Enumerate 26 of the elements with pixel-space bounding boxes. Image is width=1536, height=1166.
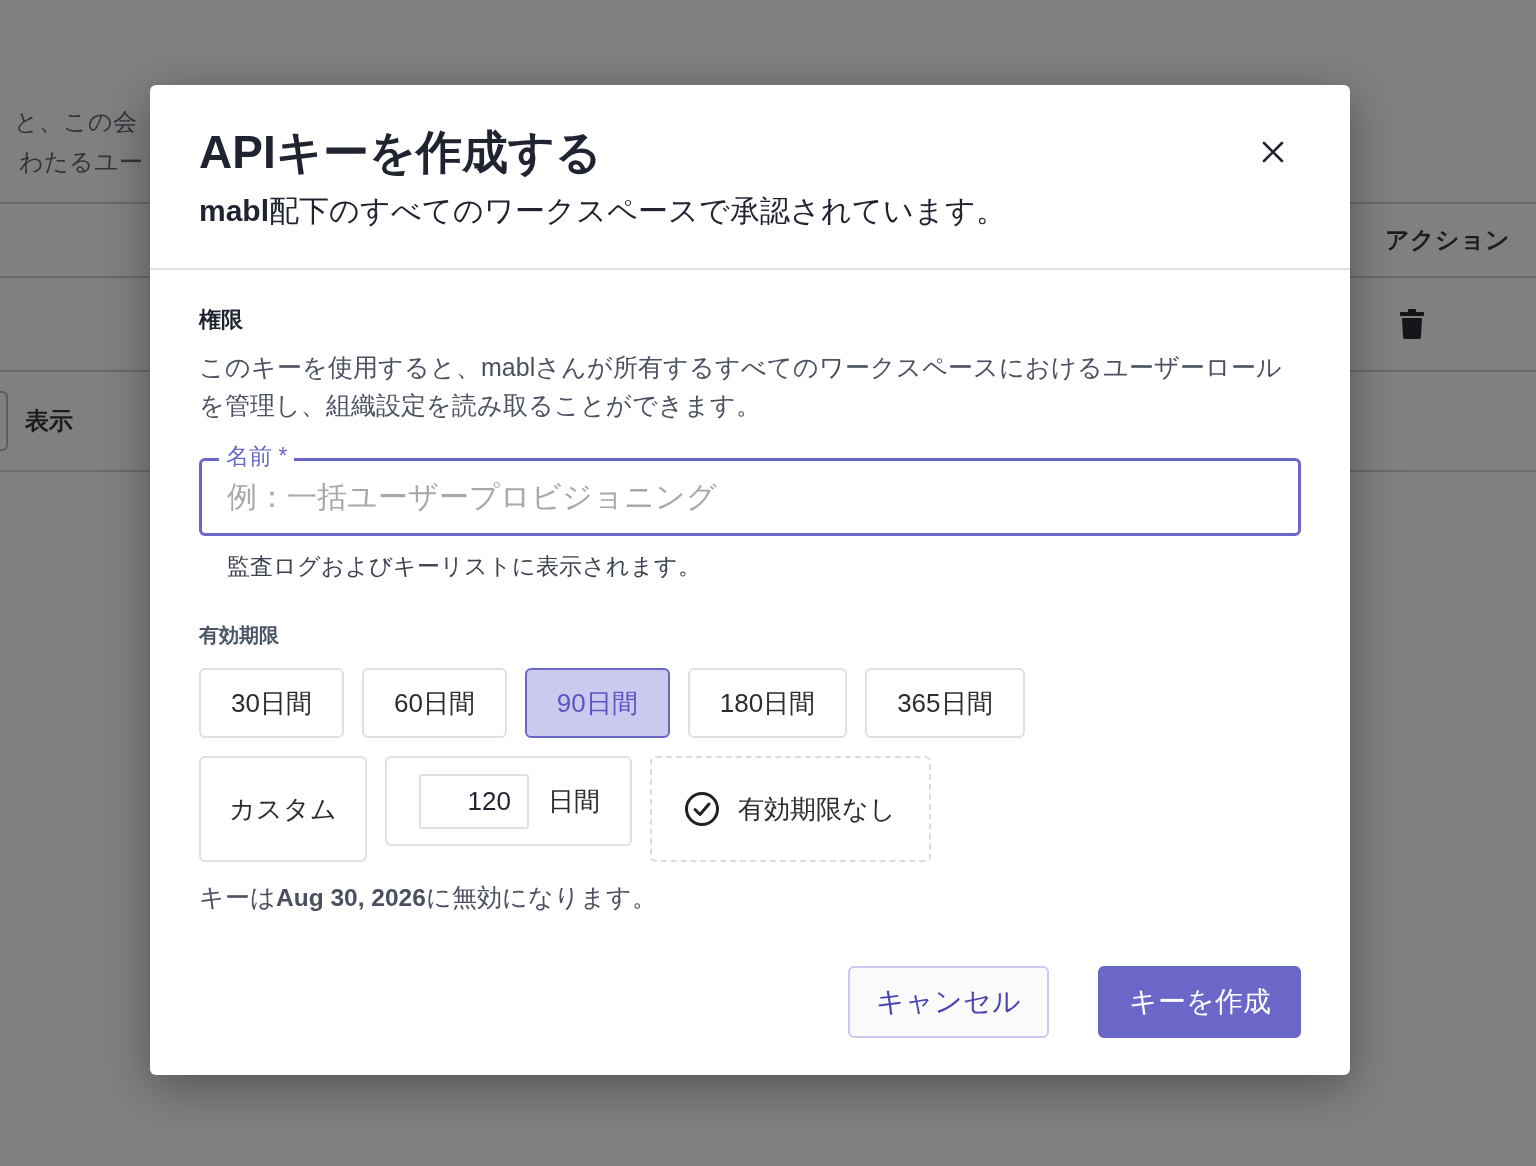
close-icon	[1261, 140, 1285, 164]
intro-text: と、この会	[13, 107, 137, 137]
field-label: 名前 *	[219, 442, 295, 470]
intro-text: わたるユー	[18, 147, 143, 177]
custom-option[interactable]: カスタム	[199, 756, 367, 862]
no-expiry-option[interactable]: 有効期限なし	[650, 756, 931, 862]
column-header: アクション	[1385, 225, 1510, 255]
section-heading: 有効期限	[199, 623, 279, 648]
duration-option[interactable]: 30日間	[199, 668, 344, 738]
dialog-subtitle: mabl配下のすべてのワークスペースで承認されています。	[199, 193, 1007, 229]
duration-option[interactable]: 90日間	[524, 668, 670, 738]
expiry-note: キーはAug 30, 2026に無効になります。	[199, 883, 657, 913]
days-input[interactable]: 120	[419, 773, 529, 829]
dialog-title: APIキーを作成する	[199, 125, 602, 180]
cancel-button[interactable]: キャンセル	[848, 966, 1049, 1038]
row-label: 表示	[25, 406, 73, 436]
check-circle-icon	[685, 792, 719, 826]
duration-option[interactable]: 180日間	[687, 668, 848, 738]
create-key-button[interactable]: キーを作成	[1098, 966, 1301, 1038]
section-heading: 権限	[199, 306, 243, 334]
duration-option[interactable]: 60日間	[361, 668, 507, 738]
permission-description: このキーを使用すると、mablさんが所有するすべてのワークスペースにおけるユーザーロールを管理し、組織設定を読み取ることができます。	[199, 352, 1284, 421]
unit-label: 日間	[548, 784, 600, 818]
helper-text: 監査ログおよびキーリストに表示されます。	[227, 552, 701, 581]
duration-option[interactable]: 365日間	[865, 668, 1025, 738]
trash-icon[interactable]	[1400, 309, 1424, 339]
